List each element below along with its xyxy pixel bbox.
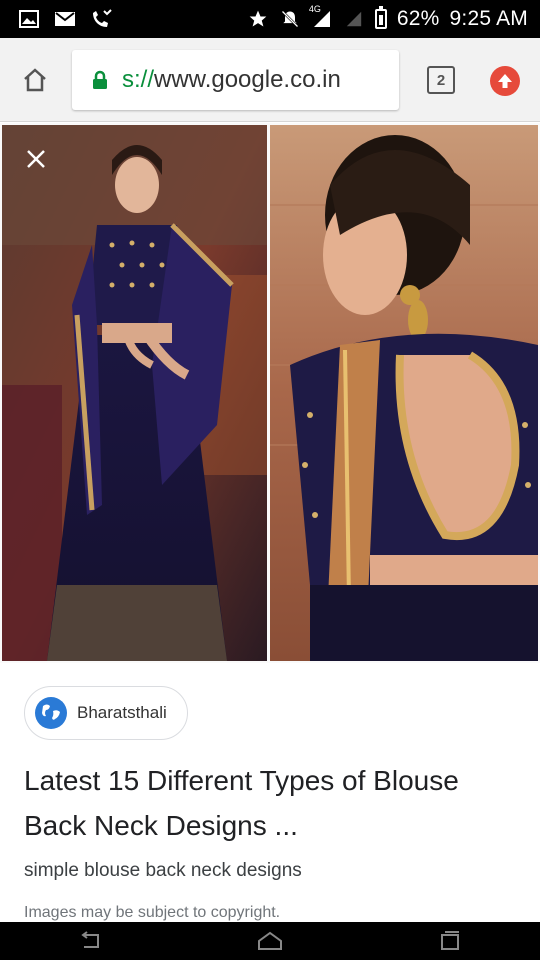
- missed-call-icon: [90, 9, 112, 28]
- status-bar: 4G 62% 9:25 AM: [0, 0, 540, 38]
- url-text: s://www.google.co.in: [122, 66, 341, 94]
- signal-weak-icon: [343, 10, 365, 28]
- home-outline-icon: [258, 931, 282, 950]
- tab-count: 2: [436, 71, 446, 89]
- result-title[interactable]: Latest 15 Different Types of Blouse Back…: [24, 758, 524, 848]
- clock: 9:25 AM: [449, 7, 528, 30]
- url-bar[interactable]: s://www.google.co.in: [72, 50, 399, 110]
- copyright-notice: Images may be subject to copyright.: [24, 904, 281, 921]
- browser-toolbar: s://www.google.co.in 2: [0, 38, 540, 122]
- source-chip[interactable]: Bharatsthali: [24, 686, 188, 740]
- url-scheme: s://: [122, 66, 155, 93]
- gmail-icon: [54, 10, 76, 28]
- arrow-up-icon: [498, 74, 512, 88]
- back-button[interactable]: [75, 930, 105, 952]
- close-button[interactable]: [22, 145, 50, 173]
- battery-percent: 62%: [396, 7, 440, 30]
- network-label: 4G: [308, 4, 321, 14]
- recents-icon: [441, 931, 459, 950]
- system-nav-bar: [0, 922, 540, 960]
- recents-button[interactable]: [435, 930, 465, 952]
- image-preview[interactable]: [0, 123, 540, 663]
- blouse-back-photo: [270, 125, 538, 661]
- lock-icon: [92, 70, 108, 90]
- home-button[interactable]: [0, 38, 70, 122]
- lehenga-front-photo: [2, 125, 267, 661]
- back-icon: [81, 931, 99, 948]
- notifications-off-icon: [279, 10, 301, 28]
- star-icon: [247, 10, 269, 28]
- tab-switcher-button[interactable]: 2: [427, 66, 455, 94]
- home-nav-button[interactable]: [255, 930, 285, 952]
- gallery-icon: [18, 10, 40, 28]
- url-host: www.google.co.in: [154, 66, 341, 93]
- update-button[interactable]: [490, 66, 520, 96]
- signal-4g-icon: 4G: [309, 4, 333, 28]
- source-name: Bharatsthali: [77, 703, 167, 722]
- close-icon: [27, 150, 45, 168]
- result-snippet: simple blouse back neck designs: [24, 860, 302, 881]
- battery-icon: [374, 6, 387, 29]
- globe-icon: [35, 697, 67, 729]
- home-icon: [24, 67, 46, 91]
